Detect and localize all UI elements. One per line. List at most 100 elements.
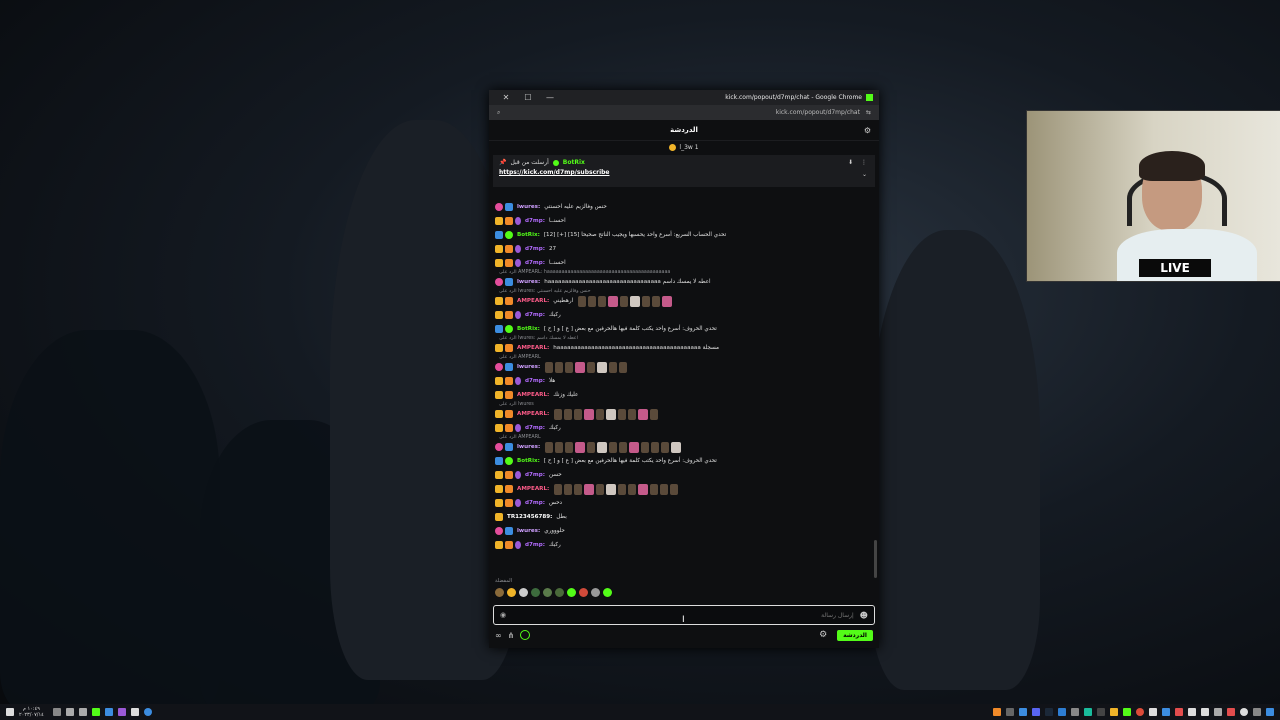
emote-button[interactable] [543,588,552,597]
chat-message[interactable]: d7mp: 27 [495,242,873,256]
chat-username[interactable]: d7mp: [525,260,545,266]
emote-button[interactable] [531,588,540,597]
pin-icon[interactable]: ⬇ [848,159,853,166]
chat-username[interactable]: AMPEARL: [517,411,549,417]
app-icon[interactable] [1097,708,1105,716]
app-icon[interactable] [1058,708,1066,716]
chat-message[interactable]: d7mp: هلا [495,374,873,388]
chat-message[interactable]: d7mp: ركبك [495,538,873,552]
chat-message[interactable]: BotRix: [12] [+] [15] تحدي الحساب السريع:… [495,228,873,242]
chat-username[interactable]: lwures: [517,364,540,370]
infinity-icon[interactable]: ∞ [495,631,502,640]
app-icon[interactable] [1175,708,1183,716]
chat-message[interactable]: lwures: [495,360,873,374]
app-icon[interactable] [1214,708,1222,716]
close-icon[interactable]: ✕ [495,93,517,102]
notification-icon[interactable] [6,708,14,716]
chat-username[interactable]: d7mp: [525,425,545,431]
chat-message[interactable]: lwures: haaaaaaaaaaaaaaaaaaaaaaaaaaaaaaaa… [495,275,873,289]
chat-message[interactable]: AMPEARL: ارهطيني [495,294,873,308]
share-icon[interactable]: ⋔ [508,631,515,640]
chat-username[interactable]: BotRix: [517,232,540,238]
app-icon[interactable] [1201,708,1209,716]
pinned-link[interactable]: https://kick.com/d7mp/subscribe [499,169,869,176]
chat-settings-icon[interactable]: ⚙ [864,126,871,135]
tray-icon[interactable] [91,708,100,716]
chat-username[interactable]: d7mp: [525,500,545,506]
volume-icon[interactable] [65,708,74,716]
chat-username[interactable]: lwures: [517,528,540,534]
emote-button[interactable] [579,588,588,597]
tray-icon[interactable] [117,708,126,716]
chat-username[interactable]: lwures: [517,444,540,450]
app-icon[interactable] [1188,708,1196,716]
chat-message[interactable]: AMPEARL: haaaaaaaaaaaaaaaaaaaaaaaaaaaaaaa… [495,341,873,355]
app-icon[interactable] [1071,708,1079,716]
more-options-icon[interactable]: ⋮ [861,159,867,166]
chat-message[interactable]: BotRix: تحدي الحروف: أسرع واحد يكتب كلمة … [495,454,873,468]
chat-message[interactable]: TR123456789: بطل [495,510,873,524]
clock[interactable]: ١٠:٤٩ م ٢٠٢٣/٠٧/١٤ [19,706,44,718]
emote-button[interactable] [567,588,576,597]
chat-username[interactable]: lwures: [517,279,540,285]
chat-message[interactable]: d7mp: ركبك [495,308,873,322]
chat-message[interactable]: d7mp: حسن [495,468,873,482]
chat-scrollbar[interactable] [874,540,877,578]
app-icon[interactable] [1253,708,1261,716]
search-icon[interactable] [1240,708,1248,716]
address-bar[interactable]: ⌕ kick.com/popout/d7mp/chat ⇆ [489,105,879,120]
maximize-icon[interactable]: ☐ [517,93,539,102]
chat-username[interactable]: d7mp: [525,312,545,318]
chat-username[interactable]: AMPEARL: [517,345,549,351]
tray-icon[interactable] [104,708,113,716]
chat-send-button[interactable]: الدردشة [837,629,873,641]
app-icon[interactable] [1006,708,1014,716]
app-icon[interactable] [1084,708,1092,716]
app-icon[interactable] [993,708,1001,716]
chat-username[interactable]: AMPEARL: [517,486,549,492]
network-icon[interactable] [78,708,87,716]
emote-button[interactable] [555,588,564,597]
emote-button[interactable] [591,588,600,597]
chat-message[interactable]: d7mp: دحس [495,496,873,510]
settings-gear-icon[interactable]: ⚙ [819,630,827,640]
chat-message[interactable]: BotRix: تحدي الحروف: أسرع واحد يكتب كلمة … [495,322,873,336]
chat-message[interactable]: lwures: حلوووري [495,524,873,538]
tray-icon[interactable] [143,708,152,716]
minimize-icon[interactable]: — [539,93,561,102]
chat-message[interactable]: AMPEARL: [495,407,873,421]
emote-button[interactable] [603,588,612,597]
app-icon[interactable] [1032,708,1040,716]
chat-username[interactable]: AMPEARL: [517,392,549,398]
app-icon[interactable] [1162,708,1170,716]
tune-icon[interactable]: ⇆ [866,109,871,116]
smile-icon[interactable]: ☻ [860,611,868,620]
chat-message[interactable]: d7mp: احسنــا [495,256,873,270]
chrome-icon[interactable] [1136,708,1144,716]
start-icon[interactable] [1266,708,1274,716]
emote-picker-icon[interactable]: ◉ [500,611,506,619]
chat-message[interactable]: d7mp: ركبك [495,421,873,435]
chat-username[interactable]: AMPEARL: [517,298,549,304]
chat-username[interactable]: TR123456789: [507,514,552,520]
chat-username[interactable]: d7mp: [525,542,545,548]
kick-points-icon[interactable] [520,630,531,640]
chat-username[interactable]: lwures: [517,204,540,210]
app-icon[interactable] [1123,708,1131,716]
chat-username[interactable]: BotRix: [517,326,540,332]
chat-username[interactable]: BotRix: [517,458,540,464]
chat-username[interactable]: d7mp: [525,246,545,252]
app-icon[interactable] [1019,708,1027,716]
app-icon[interactable] [1045,708,1053,716]
chat-message[interactable]: d7mp: احسنــا [495,214,873,228]
chat-username[interactable]: d7mp: [525,378,545,384]
app-icon[interactable] [1149,708,1157,716]
chat-message[interactable]: AMPEARL: عليك وزنك [495,388,873,402]
pinned-message[interactable]: 📌 أرسلت من قبل BotRix https://kick.com/d… [493,155,875,187]
chat-message[interactable]: AMPEARL: [495,482,873,496]
chat-username[interactable]: d7mp: [525,472,545,478]
app-icon[interactable] [1110,708,1118,716]
emote-button[interactable] [519,588,528,597]
chevron-down-icon[interactable]: ⌄ [862,171,867,178]
chat-message[interactable]: lwures: [495,440,873,454]
